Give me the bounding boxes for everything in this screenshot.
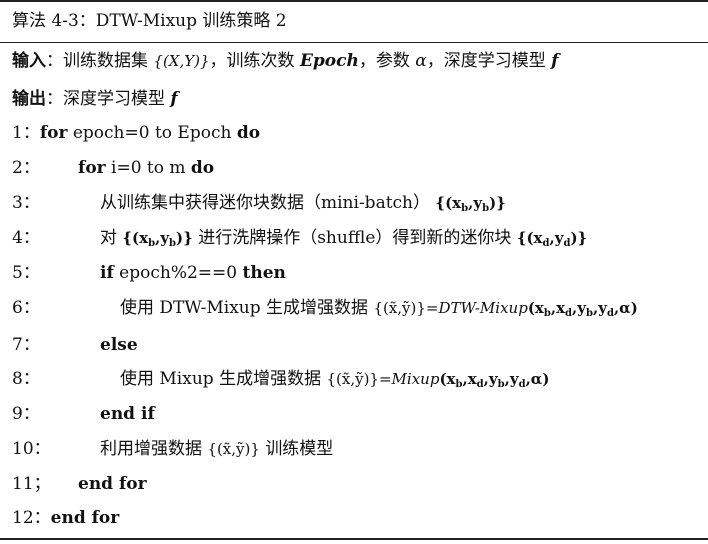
minibatch-symbol: {(xb,yb)} [435, 194, 506, 214]
algo-line-6: 6： 使用 DTW-Mixup 生成增强数据 {(x̃,ỹ)}=DTW-Mixup… [12, 298, 638, 319]
dataset-symbol: {(X,Y)} [153, 52, 210, 70]
top-rule [0, 0, 708, 2]
algo-line-10: 10： 利用增强数据 {(x̃,ỹ)} 训练模型 [12, 439, 334, 459]
bottom-rule [0, 538, 708, 540]
model-symbol: f [551, 51, 559, 71]
algo-line-9: 9： end if [12, 404, 155, 424]
algo-line-2: 2： for i=0 to m do [12, 158, 215, 178]
output-line: 输出：深度学习模型 f [12, 89, 178, 109]
algo-line-11: 11； end for [12, 474, 147, 494]
alpha-symbol: α [415, 51, 427, 71]
title-rule [0, 42, 708, 43]
input-line: 输入：训练数据集 {(X,Y)}，训练次数 Epoch，参数 α，深度学习模型 … [12, 51, 559, 71]
algo-line-8: 8： 使用 Mixup 生成增强数据 {(x̃,ỹ)}=Mixup(xb,xd,y… [12, 369, 550, 390]
algo-line-12: 12：end for [12, 508, 120, 528]
algo-line-1: 1：for epoch=0 to Epoch do [12, 123, 261, 143]
algo-line-7: 7： else [12, 335, 138, 355]
output-model-symbol: f [170, 89, 178, 109]
output-label: 输出 [12, 89, 46, 109]
algo-line-5: 5： if epoch%2==0 then [12, 263, 286, 283]
algo-line-3: 3： 从训练集中获得迷你块数据（mini-batch） {(xb,yb)} [12, 193, 506, 214]
epoch-symbol: Epoch [299, 51, 359, 71]
input-label: 输入 [12, 51, 46, 71]
algo-line-4: 4：对 {(xb,yb)} 进行洗牌操作（shuffle）得到新的迷你块 {(x… [12, 228, 588, 249]
algorithm-title: 算法 4-3：DTW-Mixup 训练策略 2 [12, 11, 287, 31]
